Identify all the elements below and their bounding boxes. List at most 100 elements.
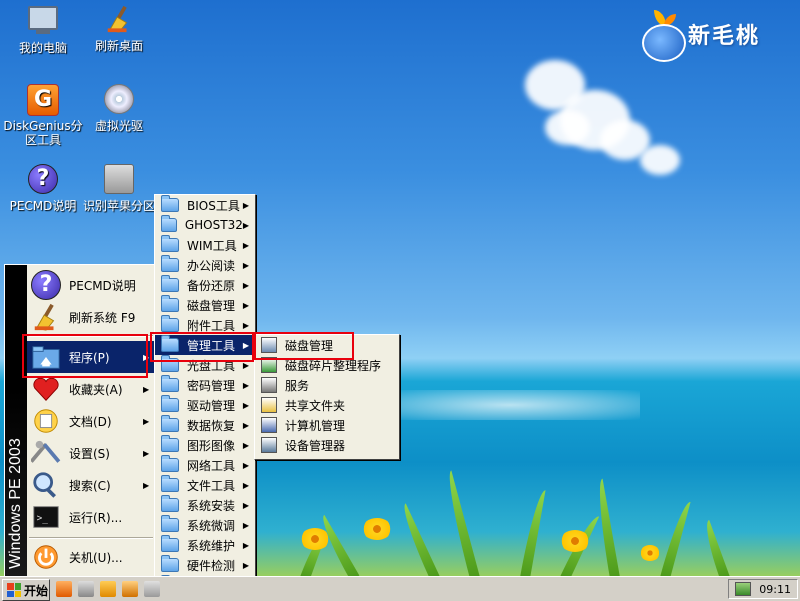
- quicklaunch-printer-icon[interactable]: [78, 581, 94, 597]
- admin-tools-item-5[interactable]: 设备管理器: [255, 435, 399, 455]
- settings-icon: [29, 440, 61, 463]
- programs-item-1[interactable]: GHOST32 ▶: [155, 215, 255, 235]
- desktop-icon-label: 我的电脑: [18, 41, 67, 55]
- folder-icon: [161, 215, 177, 232]
- programs-item-9[interactable]: 密码管理 ▶: [155, 375, 255, 395]
- start-menu-item-label: 搜索(C): [69, 478, 111, 493]
- folder-icon: [161, 475, 179, 492]
- hard-drive-icon: [104, 164, 134, 194]
- cloud: [640, 145, 680, 175]
- system-tray: 09:11: [728, 579, 798, 599]
- submenu-arrow-icon: ▶: [242, 520, 249, 530]
- start-menu-item-documents[interactable]: 文档(D) ▶: [27, 405, 155, 437]
- sea-shine: [380, 390, 640, 420]
- desktop-icon-label: 识别苹果分区: [82, 199, 155, 213]
- submenu-arrow-icon: ▶: [242, 460, 249, 470]
- programs-item-label: 硬件检测: [187, 558, 236, 573]
- start-menu-item-run[interactable]: >_ 运行(R)...: [27, 501, 155, 533]
- folder-icon: [161, 255, 179, 272]
- svg-text:>_: >_: [37, 513, 49, 524]
- programs-item-12[interactable]: 图形图像 ▶: [155, 435, 255, 455]
- programs-item-13[interactable]: 网络工具 ▶: [155, 455, 255, 475]
- flower: [560, 530, 590, 552]
- programs-item-17[interactable]: 系统维护 ▶: [155, 535, 255, 555]
- broom-icon: [34, 303, 55, 331]
- start-menu-item-settings[interactable]: 设置(S) ▶: [27, 437, 155, 469]
- folder-icon: [161, 495, 179, 512]
- programs-item-5[interactable]: 磁盘管理 ▶: [155, 295, 255, 315]
- folder-icon: [161, 535, 179, 552]
- programs-item-2[interactable]: WIM工具 ▶: [155, 235, 255, 255]
- quicklaunch-settings-icon[interactable]: [56, 581, 72, 597]
- programs-item-label: 办公阅读: [187, 258, 236, 273]
- programs-item-15[interactable]: 系统安装 ▶: [155, 495, 255, 515]
- folder-icon: [161, 295, 179, 312]
- flower: [362, 518, 392, 540]
- desktop-icon-diskgenius[interactable]: G DiskGenius分区工具: [0, 84, 86, 147]
- broom-icon: [107, 5, 128, 33]
- desktop-icon-my-computer[interactable]: 我的电脑: [0, 4, 86, 55]
- windows-flag-icon: [7, 583, 21, 597]
- programs-item-14[interactable]: 文件工具 ▶: [155, 475, 255, 495]
- grass-blade: [396, 503, 440, 578]
- folder-icon: [161, 435, 179, 452]
- folder-icon: [161, 515, 179, 532]
- desktop-icon-pecmd-help[interactable]: ? PECMD说明: [0, 164, 86, 213]
- clock[interactable]: 09:11: [759, 583, 791, 596]
- folder-icon: [161, 275, 179, 292]
- peach-logo-icon: [640, 10, 686, 62]
- documents-icon: [34, 409, 58, 433]
- start-menu-item-refresh-system[interactable]: 刷新系统 F9: [27, 301, 155, 333]
- folder-icon: [161, 315, 179, 332]
- computer-management-icon: [261, 417, 277, 433]
- flower: [640, 545, 660, 561]
- programs-item-3[interactable]: 办公阅读 ▶: [155, 255, 255, 275]
- admin-tools-item-2[interactable]: 服务: [255, 375, 399, 395]
- start-menu-item-label: 运行(R)...: [69, 510, 123, 525]
- cloud: [545, 110, 590, 145]
- help-icon: ?: [31, 270, 61, 300]
- start-button[interactable]: 开始: [2, 579, 50, 601]
- start-menu-item-shutdown[interactable]: 关机(U)...: [27, 541, 155, 573]
- desktop-icon-apple-partition[interactable]: 识别苹果分区: [76, 164, 162, 213]
- quicklaunch-program-icon[interactable]: [144, 581, 160, 597]
- programs-item-label: 数据恢复: [187, 418, 236, 433]
- programs-item-16[interactable]: 系统微调 ▶: [155, 515, 255, 535]
- start-menu-item-pecmd-help[interactable]: ? PECMD说明: [27, 269, 155, 301]
- programs-item-label: 系统维护: [187, 538, 236, 553]
- admin-tools-item-3[interactable]: 共享文件夹: [255, 395, 399, 415]
- programs-item-label: GHOST32: [184, 218, 243, 232]
- programs-item-18[interactable]: 硬件检测 ▶: [155, 555, 255, 575]
- programs-item-10[interactable]: 驱动管理 ▶: [155, 395, 255, 415]
- submenu-arrow-icon: ▶: [242, 480, 249, 490]
- programs-item-label: 网络工具: [187, 458, 236, 473]
- programs-submenu: BIOS工具 ▶ GHOST32 ▶ WIM工具 ▶ 办公阅读 ▶ 备份还原 ▶ 磁盘管理 ▶ 附件工具…: [154, 194, 256, 598]
- submenu-arrow-icon: ▶: [242, 380, 249, 390]
- flower: [300, 528, 330, 550]
- help-icon: ?: [28, 164, 58, 194]
- desktop-icon-label: PECMD说明: [9, 199, 77, 213]
- admin-tools-item-4[interactable]: 计算机管理: [255, 415, 399, 435]
- submenu-arrow-icon: ▶: [242, 400, 249, 410]
- submenu-arrow-icon: ▶: [242, 260, 249, 270]
- programs-item-0[interactable]: BIOS工具 ▶: [155, 195, 255, 215]
- grass-blade: [441, 470, 480, 578]
- quicklaunch-folder-icon[interactable]: [100, 581, 116, 597]
- start-menu-item-label: 文档(D): [69, 414, 112, 429]
- folder-icon: [161, 375, 179, 392]
- folder-icon: [161, 395, 179, 412]
- network-tray-icon[interactable]: [735, 582, 752, 596]
- desktop-icon-refresh-desktop[interactable]: 刷新桌面: [76, 4, 162, 53]
- grass-blade: [699, 519, 730, 578]
- programs-item-label: 系统微调: [187, 518, 236, 533]
- programs-item-4[interactable]: 备份还原 ▶: [155, 275, 255, 295]
- programs-item-11[interactable]: 数据恢复 ▶: [155, 415, 255, 435]
- quicklaunch-explorer-icon[interactable]: [122, 581, 138, 597]
- start-menu-item-search[interactable]: 搜索(C) ▶: [27, 469, 155, 501]
- submenu-arrow-icon: ▶: [242, 220, 249, 230]
- admin-tools-item-label: 设备管理器: [285, 438, 346, 453]
- annotation-highlight-admin-tools: [150, 332, 254, 362]
- desktop-icon-virtual-cd[interactable]: 虚拟光驱: [76, 84, 162, 133]
- start-menu-item-label: 刷新系统 F9: [69, 310, 136, 325]
- desktop-icon-label: 虚拟光驱: [94, 119, 143, 133]
